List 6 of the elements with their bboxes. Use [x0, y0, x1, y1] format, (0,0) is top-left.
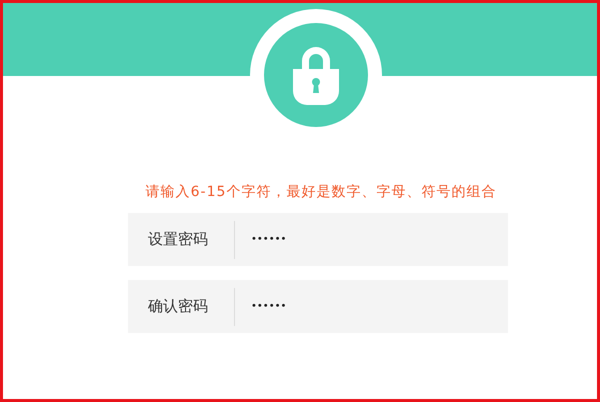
field-label: 设置密码: [147, 229, 209, 250]
lock-icon: [293, 45, 339, 105]
password-hint: 请输入6-15个字符，最好是数字、字母、符号的组合: [146, 184, 496, 200]
password-input[interactable]: ••••••: [251, 232, 451, 247]
field-label: 确认密码: [147, 296, 209, 318]
password-input[interactable]: ••••••: [251, 299, 451, 314]
